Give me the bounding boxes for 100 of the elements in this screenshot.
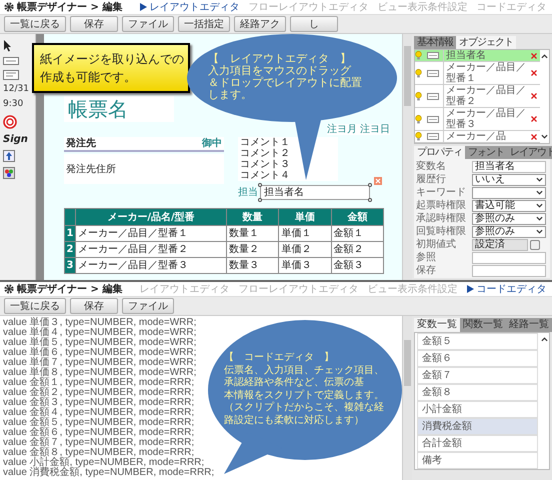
editor-tab[interactable]: レイアウトエディタ: [139, 2, 240, 12]
text-area-icon[interactable]: [3, 70, 19, 80]
triangle-icon: [139, 3, 148, 11]
scrollbar-thumb[interactable]: [404, 340, 411, 386]
toolbar-button[interactable]: ファイル: [122, 298, 174, 314]
text-field-icon: [427, 70, 439, 76]
variable-item[interactable]: 合計金額: [417, 435, 538, 452]
callout-text: 本情報をスクリプトで定義します。: [224, 390, 384, 402]
variable-item[interactable]: 金額７: [417, 367, 538, 384]
property-field[interactable]: [472, 264, 546, 276]
image-icon[interactable]: [3, 166, 15, 179]
pointer-icon[interactable]: [3, 40, 13, 52]
property-field[interactable]: 担当者名: [472, 160, 546, 172]
comment-line: コメント４: [240, 170, 291, 181]
panel-tab[interactable]: 経路一覧: [506, 318, 552, 332]
caret-icon: [536, 216, 543, 221]
callout-text: （スクリプトだからこそ、複雑な経: [224, 402, 384, 414]
resize-handle[interactable]: [368, 198, 372, 202]
text-field-icon[interactable]: [3, 57, 19, 65]
toolbar-button[interactable]: 一覧に戻る: [4, 298, 66, 314]
property-label: 参照: [416, 252, 437, 263]
form-title: 帳票名: [64, 96, 174, 122]
property-dropdown[interactable]: いいえ: [472, 174, 546, 186]
editor-tab[interactable]: コードエディタ: [466, 284, 546, 294]
panel-tab[interactable]: 変数一覧: [414, 318, 460, 332]
table-cell: 数量２: [227, 242, 278, 257]
toolbar-button[interactable]: ファイル: [122, 16, 174, 32]
variable-item[interactable]: 金額６: [417, 350, 538, 367]
callout-text: 【 コードエディタ 】: [224, 352, 334, 364]
resize-handle[interactable]: [258, 198, 262, 202]
object-name: メーカー／品目／型番２: [443, 85, 531, 107]
property-dropdown[interactable]: 参照のみ: [472, 212, 546, 224]
panel-tab[interactable]: 基本情報: [414, 36, 456, 49]
date-tool[interactable]: 12/31: [3, 85, 29, 95]
object-name: メーカー／品目／型番３: [443, 108, 531, 130]
scroll-up-icon[interactable]: [541, 54, 548, 59]
note-text: 作成も可能です。: [40, 69, 136, 86]
comment-line: コメント３: [240, 159, 291, 170]
callout-text: 【 レイアウトエディタ 】: [208, 53, 351, 65]
property-label: キーワード: [416, 187, 467, 198]
time-tool[interactable]: 9:30: [3, 100, 24, 110]
sign-tool[interactable]: Sign: [3, 134, 28, 145]
property-dropdown[interactable]: 参照のみ: [472, 226, 546, 238]
edit-button[interactable]: [530, 240, 540, 250]
property-dropdown[interactable]: 書込可能: [472, 200, 546, 212]
toolbar-button[interactable]: 保存: [70, 298, 118, 314]
object-name: 担当者名: [443, 50, 531, 61]
callout-text: 路設定にも柔軟に対応します）: [224, 414, 364, 427]
property-tab[interactable]: プロパティ: [414, 146, 465, 159]
panel-tab[interactable]: 関数一覧: [460, 318, 506, 332]
code-line: value 小計金額, type=NUMBER, mode=RRR;: [3, 458, 204, 468]
variable-item[interactable]: 備考: [417, 452, 538, 469]
toolbar-button[interactable]: 一覧に戻る: [4, 16, 66, 32]
delete-icon[interactable]: [531, 93, 537, 99]
callout-text: 承認経路や条件など、伝票の基: [224, 377, 364, 390]
scrollbar-thumb[interactable]: [404, 46, 411, 106]
object-row[interactable]: メーカー／品目／型番２: [415, 85, 540, 108]
code-line: value 金額５, type=NUMBER, mode=RRR;: [3, 418, 194, 428]
object-name: メーカー／品目／型番１: [443, 62, 531, 84]
delete-icon[interactable]: [531, 70, 537, 76]
toolbar-button[interactable]: 経路アク: [234, 16, 286, 32]
staff-name-field[interactable]: 担当者名: [260, 185, 370, 200]
property-dropdown[interactable]: [472, 186, 546, 198]
scroll-up-icon[interactable]: [541, 337, 548, 342]
object-row[interactable]: メーカー／品目／型番１: [415, 62, 540, 85]
delete-icon[interactable]: [531, 52, 537, 58]
table-cell: 数量３: [227, 258, 278, 273]
address-field: 発注先住所: [64, 154, 224, 184]
caret-icon: [536, 203, 543, 208]
delete-icon[interactable]: [531, 134, 537, 140]
gear-icon: [4, 284, 14, 294]
toolbar-button[interactable]: 保存: [70, 16, 118, 32]
scrollbar[interactable]: [402, 316, 412, 480]
toolbar-button[interactable]: 一括指定: [178, 16, 230, 32]
object-row[interactable]: 担当者名: [415, 50, 540, 62]
delete-icon[interactable]: [531, 116, 537, 122]
panel-tab[interactable]: オブジェクト: [456, 36, 516, 49]
resize-handle[interactable]: [258, 183, 262, 187]
toolbar-button[interactable]: し: [290, 16, 338, 32]
text-field-icon: [427, 133, 439, 140]
variable-item[interactable]: 小計金額: [417, 401, 538, 418]
scroll-down-icon[interactable]: [541, 134, 548, 139]
property-field[interactable]: [472, 252, 546, 264]
variable-item[interactable]: 消費税金額: [417, 418, 538, 435]
resize-handle[interactable]: [368, 183, 372, 187]
property-tab[interactable]: フォント: [465, 146, 507, 159]
table-cell: 金額３: [332, 258, 383, 273]
row-number: 3: [65, 258, 75, 273]
callout-text: 伝票名、入力項目、チェック項目、: [224, 364, 384, 376]
object-row[interactable]: メーカー／品目／型番３: [415, 108, 540, 131]
stamp-icon[interactable]: [3, 114, 17, 129]
property-label: 履歴行: [416, 174, 447, 185]
bulb-icon: [415, 68, 422, 78]
upload-icon[interactable]: [3, 150, 15, 162]
object-row[interactable]: メーカー／品: [415, 131, 540, 143]
variable-item[interactable]: 金額８: [417, 384, 538, 401]
staff-label: 担当: [238, 187, 258, 198]
scrollbar[interactable]: [402, 34, 412, 280]
variable-item[interactable]: 金額５: [417, 333, 538, 350]
triangle-icon: [466, 285, 474, 293]
